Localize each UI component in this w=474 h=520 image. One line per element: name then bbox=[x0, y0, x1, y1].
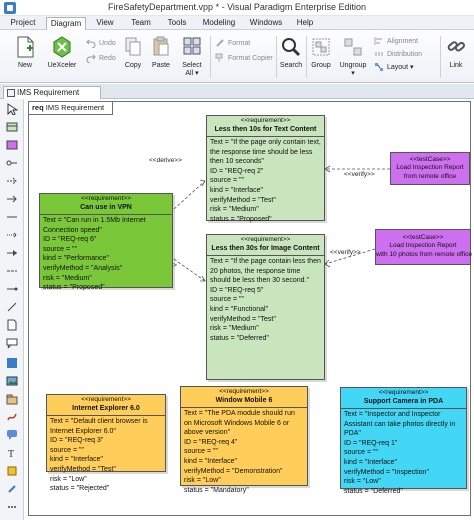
testcase-load-inspection-report-photos[interactable]: <<testCase>> Load Inspection Report with… bbox=[375, 229, 472, 265]
menu-diagram[interactable]: Diagram bbox=[46, 17, 86, 31]
alignment-icon bbox=[374, 37, 382, 45]
ribbon-separator bbox=[306, 36, 307, 78]
callout-tool-icon[interactable] bbox=[6, 337, 18, 349]
format-button[interactable]: Format bbox=[215, 38, 250, 49]
undo-icon bbox=[86, 39, 96, 48]
testcase-load-inspection-report[interactable]: <<testCase>> Load Inspection Report from… bbox=[390, 152, 470, 185]
menu-windows[interactable]: Windows bbox=[244, 17, 288, 30]
undo-button[interactable]: Undo bbox=[86, 38, 116, 49]
arrowhead-verify-image bbox=[324, 259, 331, 268]
ungroup-button[interactable]: Ungroup ▾ bbox=[336, 32, 370, 80]
ribbon-separator bbox=[440, 36, 441, 78]
search-icon bbox=[282, 38, 301, 57]
menu-team[interactable]: Team bbox=[126, 17, 156, 30]
derive-edge-vpn-to-image[interactable] bbox=[173, 258, 206, 282]
select-all-button[interactable]: Select All ▾ bbox=[178, 32, 206, 80]
menu-tools[interactable]: Tools bbox=[160, 17, 194, 30]
menu-project[interactable]: Project bbox=[4, 17, 42, 30]
arrowhead-derive-image bbox=[200, 275, 206, 282]
text-tool-icon[interactable]: T bbox=[6, 447, 18, 459]
uexceler-icon bbox=[53, 36, 71, 58]
menu-help[interactable]: Help bbox=[290, 17, 320, 30]
diagram-tab-strip: IMS Requirement bbox=[0, 84, 474, 99]
copy-icon bbox=[125, 37, 141, 56]
search-button[interactable]: Search bbox=[278, 32, 304, 80]
group-icon bbox=[312, 38, 330, 56]
group-button[interactable]: Group bbox=[308, 32, 334, 80]
format-icon bbox=[216, 39, 224, 47]
distribution-button[interactable]: Distribution bbox=[374, 49, 422, 60]
ribbon-toolbar: New UeXceler Undo Redo Copy Paste Select… bbox=[0, 30, 474, 83]
freehand-tool-icon[interactable] bbox=[6, 411, 18, 423]
diagram-toolbox: T bbox=[0, 99, 24, 520]
requirement-can-use-in-vpn[interactable]: <<requirement>> Can use in VPN Text = "C… bbox=[39, 193, 173, 291]
title-bar: FireSafetyDepartment.vpp * - Visual Para… bbox=[0, 0, 474, 16]
comment-tool-icon[interactable] bbox=[6, 429, 18, 441]
verify-label-2: <<verify>> bbox=[330, 249, 361, 256]
menu-view[interactable]: View bbox=[90, 17, 120, 30]
svg-text:T: T bbox=[8, 449, 14, 459]
copy-relation-tool-icon[interactable] bbox=[6, 193, 18, 205]
new-document-icon bbox=[17, 36, 34, 58]
select-all-icon bbox=[183, 37, 201, 55]
verify-label-1: <<verify>> bbox=[344, 171, 375, 178]
note-tool-icon[interactable] bbox=[6, 319, 18, 331]
format-copier-button[interactable]: Format Copier bbox=[215, 53, 273, 64]
link-button[interactable]: Link bbox=[443, 32, 469, 80]
derive-tool-icon[interactable] bbox=[6, 175, 18, 187]
ribbon-separator bbox=[210, 36, 211, 78]
verify-tool-icon[interactable] bbox=[6, 229, 18, 241]
trace-tool-icon[interactable] bbox=[6, 265, 18, 277]
redo-icon bbox=[86, 54, 96, 63]
requirement-less-then-30s[interactable]: <<requirement>> Less then 30s for Image … bbox=[206, 234, 325, 380]
layout-button[interactable]: Layout ▾ bbox=[374, 62, 414, 73]
ungroup-icon bbox=[344, 38, 362, 56]
paste-button[interactable]: Paste bbox=[148, 32, 174, 80]
requirement-less-then-10s[interactable]: <<requirement>> Less then 10s for Text C… bbox=[206, 115, 325, 223]
diagram-canvas[interactable]: req IMS Requirement <<derive>> <<derive>… bbox=[24, 99, 474, 520]
menu-modeling[interactable]: Modeling bbox=[196, 17, 242, 30]
anchor-tool-icon[interactable] bbox=[6, 283, 18, 295]
alignment-button[interactable]: Alignment bbox=[374, 36, 418, 47]
image-tool-icon[interactable] bbox=[6, 375, 18, 387]
requirement-window-mobile-6[interactable]: <<requirement>> Window Mobile 6 Text = "… bbox=[180, 386, 308, 494]
derive-edge-vpn-to-text[interactable] bbox=[173, 180, 206, 210]
selector-arrow-icon[interactable] bbox=[6, 103, 18, 115]
paste-icon bbox=[153, 36, 169, 56]
format-copier-icon bbox=[215, 53, 223, 62]
copy-button[interactable]: Copy bbox=[120, 32, 146, 80]
ribbon-separator bbox=[276, 36, 277, 78]
tab-ims-requirement[interactable]: IMS Requirement bbox=[3, 86, 101, 99]
package-tool-icon[interactable] bbox=[6, 393, 18, 405]
derive-label-1: <<derive>> bbox=[149, 157, 182, 164]
satisfy-tool-icon[interactable] bbox=[6, 211, 18, 223]
distribution-icon bbox=[375, 52, 383, 56]
link-tool-icon[interactable] bbox=[6, 483, 18, 495]
test-case-tool-icon[interactable] bbox=[6, 139, 18, 151]
requirement-support-camera-in-pda[interactable]: <<requirement>> Support Camera in PDA Te… bbox=[340, 387, 467, 495]
window-title: FireSafetyDepartment.vpp * - Visual Para… bbox=[108, 2, 366, 12]
connector-tool-icon[interactable] bbox=[6, 301, 18, 313]
layout-icon bbox=[375, 63, 383, 71]
requirement-tool-icon[interactable] bbox=[6, 121, 18, 133]
more-tools-icon[interactable] bbox=[6, 501, 18, 513]
model-tool-icon[interactable] bbox=[6, 357, 18, 369]
containment-tool-icon[interactable] bbox=[6, 157, 18, 169]
refine-tool-icon[interactable] bbox=[6, 247, 18, 259]
uexceler-button[interactable]: UeXceler bbox=[44, 32, 80, 80]
redo-button[interactable]: Redo bbox=[86, 53, 116, 64]
requirement-diagram-icon bbox=[7, 89, 15, 97]
shape-tool-icon[interactable] bbox=[6, 465, 18, 477]
new-button[interactable]: New bbox=[10, 32, 40, 80]
requirement-internet-explorer-6[interactable]: <<requirement>> Internet Explorer 6.0 Te… bbox=[46, 394, 166, 492]
link-icon bbox=[447, 41, 465, 52]
menu-bar: Project Diagram View Team Tools Modeling… bbox=[0, 16, 474, 31]
